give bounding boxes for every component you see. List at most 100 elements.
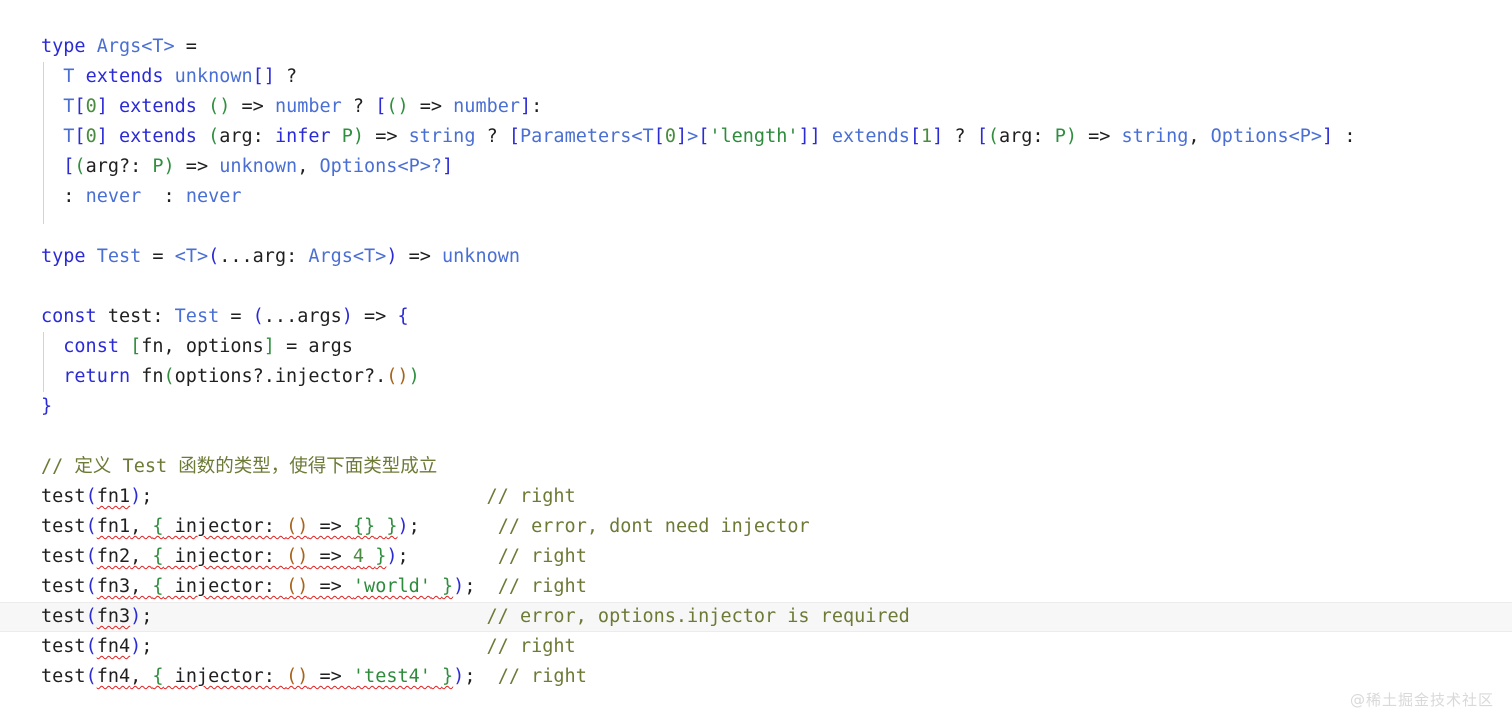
code-line[interactable]: test(fn4, { injector: () => 'test4' }); …: [0, 662, 1512, 692]
token-conditional: ?: [475, 126, 509, 147]
code-line[interactable]: : never : never: [0, 182, 1512, 212]
token-arrow: =>: [308, 666, 353, 687]
token-prop-injector: injector:: [163, 666, 287, 687]
token-arg-fn4: fn4: [96, 636, 131, 657]
token-comma: ,: [130, 576, 153, 597]
code-line[interactable]: return fn(options?.injector?.()): [0, 362, 1512, 392]
token-type-test-ref: Test: [174, 306, 220, 327]
token-assign: =: [141, 246, 175, 267]
token-paren: ): [130, 636, 142, 657]
code-line[interactable]: T extends unknown[] ?: [0, 62, 1512, 92]
code-line-blank[interactable]: [0, 422, 1512, 452]
code-line[interactable]: }: [0, 392, 1512, 422]
token-string-length: 'length': [709, 126, 799, 147]
token-call-fn: fn: [130, 366, 164, 387]
token-keyword-infer: infer: [274, 126, 331, 147]
code-line[interactable]: [(arg?: P) => unknown, Options<P>?]: [0, 152, 1512, 182]
token-brace: {: [152, 546, 164, 567]
token-semicolon: ;: [464, 576, 498, 597]
token-type-options: Options<P>: [1210, 126, 1323, 147]
token-bracket: [: [375, 96, 387, 117]
token-var-test: test:: [96, 306, 175, 327]
token-colon: :: [141, 186, 186, 207]
code-line[interactable]: // 定义 Test 函数的类型，使得下面类型成立: [0, 452, 1512, 482]
token-paren: ): [130, 606, 142, 627]
token-semicolon: ;: [141, 636, 487, 657]
token-bracket: [: [653, 126, 665, 147]
token-semicolon: ;: [464, 666, 498, 687]
token-type-unknown: unknown: [174, 66, 253, 87]
token-bracket: [: [508, 126, 521, 147]
token-bracket: ]: [96, 126, 108, 147]
code-line[interactable]: test(fn1, { injector: () => {} }); // er…: [0, 512, 1512, 542]
token-param-arg: arg?:: [85, 156, 153, 177]
token-brace: {: [152, 666, 164, 687]
code-line[interactable]: type Test = <T>(...arg: Args<T>) => unkn…: [0, 242, 1512, 272]
token-bracket: [: [130, 336, 142, 357]
token-arg-fn1: fn1: [96, 516, 131, 537]
token-keyword-const: const: [63, 336, 119, 357]
code-line[interactable]: test(fn3, { injector: () => 'world' }); …: [0, 572, 1512, 602]
token-paren: (): [386, 96, 409, 117]
token-paren: (: [85, 486, 97, 507]
code-line[interactable]: test(fn1); // right: [0, 482, 1512, 512]
code-editor: type Args<T> = T extends unknown[] ? T[0…: [0, 0, 1512, 720]
code-line[interactable]: const [fn, options] = args: [0, 332, 1512, 362]
comment-error-no-injector: // error, dont need injector: [497, 516, 810, 537]
token-rest-arg: ...arg:: [219, 246, 309, 267]
token-arg-fn1: fn1: [96, 486, 131, 507]
code-line[interactable]: test(fn4); // right: [0, 632, 1512, 662]
token-arg-fn3: fn3: [96, 606, 131, 627]
code-line[interactable]: T[0] extends (arg: infer P) => string ? …: [0, 122, 1512, 152]
token-conditional: ?: [341, 96, 376, 117]
token-string-world: 'world': [352, 576, 431, 597]
token-type-number: number: [453, 96, 520, 117]
code-line[interactable]: type Args<T> =: [0, 32, 1512, 62]
token-paren: ): [386, 246, 398, 267]
token-comma: ,: [130, 666, 153, 687]
token-prop-injector: injector:: [163, 546, 287, 567]
token-call-test: test: [41, 666, 86, 687]
token-type-never: never: [185, 186, 242, 207]
token-semicolon: ;: [141, 606, 487, 627]
token-keyword-type: type: [41, 246, 86, 267]
token-bracket: ]: [932, 126, 944, 147]
token-bracket: [: [909, 126, 922, 147]
code-line-highlighted[interactable]: test(fn3); // error, options.injector is…: [0, 602, 1512, 632]
token-keyword-extends: extends: [118, 126, 197, 147]
code-line[interactable]: test(fn2, { injector: () => 4 }); // rig…: [0, 542, 1512, 572]
code-line[interactable]: T[0] extends () => number ? [() => numbe…: [0, 92, 1512, 122]
code-line-blank[interactable]: [0, 212, 1512, 242]
token-call-test: test: [41, 516, 86, 537]
token-arrow: =>: [308, 546, 353, 567]
token-type-never: never: [85, 186, 142, 207]
token-semicolon: ;: [141, 486, 487, 507]
token-paren: (): [286, 666, 309, 687]
token-brace: }: [386, 516, 398, 537]
token-param-arg: arg:: [219, 126, 275, 147]
token-paren: ): [453, 666, 465, 687]
token-paren: (: [85, 636, 97, 657]
token-bracket: [: [63, 156, 75, 177]
code-line[interactable]: const test: Test = (...args) => {: [0, 302, 1512, 332]
code-line-blank[interactable]: [0, 272, 1512, 302]
token-paren: (): [286, 516, 309, 537]
token-keyword-extends: extends: [118, 96, 197, 117]
code-content[interactable]: type Args<T> = T extends unknown[] ? T[0…: [0, 0, 1512, 692]
token-bracket: [: [74, 126, 86, 147]
token-assign: =: [219, 306, 253, 327]
